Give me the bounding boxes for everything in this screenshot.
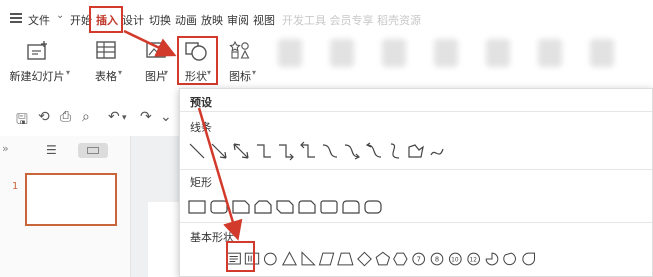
- shape-button-highlight: [177, 36, 218, 85]
- round-same-side-rectangle-shape: [342, 200, 360, 214]
- menu-transition[interactable]: 切换: [149, 12, 171, 28]
- faded-ribbon-button: [278, 39, 302, 67]
- separator: [180, 169, 652, 170]
- picture-button[interactable]: 图片: [136, 34, 176, 90]
- faded-ribbon-button: [486, 39, 510, 67]
- heptagon-shape: 7: [412, 252, 425, 266]
- print-preview-icon[interactable]: ⌕: [82, 109, 90, 125]
- diamond-shape: [357, 251, 372, 267]
- menu-animation[interactable]: 动画: [175, 12, 197, 28]
- elbow-arrow-connector-shape: [279, 144, 294, 161]
- save-icon[interactable]: 🖫: [16, 109, 28, 133]
- menu-view[interactable]: 视图: [253, 12, 275, 28]
- menu-file[interactable]: 文件: [28, 12, 50, 28]
- lines-header: 线条: [190, 121, 212, 134]
- right-triangle-shape: [301, 251, 316, 266]
- trapezoid-shape: [337, 252, 354, 266]
- elbow-connector-shape: [257, 144, 271, 158]
- separator: [180, 111, 652, 112]
- faded-ribbon-button: [538, 39, 562, 67]
- double-arrow-line-shape: [233, 143, 249, 159]
- chevron-down-icon[interactable]: ⌄: [56, 10, 64, 21]
- more-icon[interactable]: ⌄: [160, 109, 172, 125]
- menu-slideshow[interactable]: 放映: [201, 12, 223, 28]
- picture-chevron-icon[interactable]: ▾: [164, 68, 168, 77]
- faded-ribbon-button: [382, 39, 406, 67]
- curved-arrow-connector-shape: [344, 144, 361, 160]
- menu-more-tabs[interactable]: 开发工具 会员专享 稻壳资源: [282, 12, 421, 28]
- hamburger-menu-icon[interactable]: [10, 13, 22, 23]
- menu-design[interactable]: 设计: [122, 12, 144, 28]
- octagon-shape: 8: [430, 252, 444, 266]
- new-slide-icon: [27, 41, 47, 60]
- picture-icon: [146, 42, 166, 58]
- snip-corner-rectangle-shape: [232, 200, 250, 214]
- basic-shapes-row: 7 8 10 12: [226, 251, 535, 267]
- line-shape: [189, 143, 205, 159]
- redo-icon[interactable]: ↷: [140, 109, 152, 125]
- picture-label: 图片: [145, 70, 167, 83]
- pie-shape: [485, 252, 499, 266]
- decagon-shape: 10: [449, 252, 462, 266]
- arrow-line-shape: [211, 143, 227, 159]
- slide-thumbnail[interactable]: [25, 173, 117, 226]
- svg-text:7: 7: [417, 256, 421, 264]
- scribble-shape: [430, 148, 444, 156]
- oval-shape-highlight: [226, 241, 255, 272]
- curved-connector-shape: [322, 144, 338, 158]
- snip-round-rectangle-shape: [298, 200, 316, 214]
- rectangles-header: 矩形: [190, 176, 212, 189]
- preset-header: 预设: [190, 96, 212, 109]
- faded-ribbon-button: [434, 39, 458, 67]
- svg-text:12: 12: [470, 258, 478, 264]
- new-slide-label: 新建幻灯片: [9, 70, 65, 83]
- snip-same-side-rectangle-shape: [254, 200, 272, 214]
- dodecagon-shape: 12: [467, 252, 480, 266]
- new-slide-chevron-icon[interactable]: ▾: [66, 68, 70, 77]
- undo-icon[interactable]: ↶: [108, 109, 120, 125]
- curved-double-arrow-shape: [365, 142, 382, 158]
- undo-chevron-icon[interactable]: ▾: [122, 113, 127, 123]
- elbow-double-arrow-shape: [300, 141, 315, 158]
- rounded-rectangle-shape: [210, 200, 228, 214]
- oval-shape: [264, 252, 277, 266]
- icon-chevron-icon[interactable]: ▾: [252, 68, 256, 77]
- chord-shape: [503, 252, 516, 266]
- round-diagonal-rectangle-shape: [364, 200, 382, 214]
- faded-ribbon-button: [330, 39, 354, 67]
- collapse-pane-icon[interactable]: »: [2, 142, 9, 155]
- rectangle-shape: [188, 200, 206, 214]
- table-button[interactable]: 表格: [86, 34, 126, 90]
- snip-diagonal-rectangle-shape: [276, 200, 294, 214]
- new-slide-button[interactable]: 新建幻灯片: [4, 34, 70, 90]
- freeform-shape: [408, 144, 424, 158]
- table-chevron-icon[interactable]: ▾: [118, 68, 122, 77]
- insert-tab-highlight: [89, 6, 123, 33]
- icon-button[interactable]: 图标: [220, 34, 260, 90]
- svg-text:8: 8: [435, 256, 439, 264]
- icon-library-icon: [229, 40, 250, 59]
- hexagon-shape: [393, 252, 408, 266]
- pentagon-shape: [375, 251, 391, 266]
- print-icon[interactable]: ⎙: [60, 109, 71, 125]
- outline-view-icon[interactable]: ☰: [46, 143, 57, 157]
- faded-ribbon-button: [590, 39, 614, 67]
- slide-number: 1: [12, 181, 19, 192]
- menu-review[interactable]: 审阅: [227, 12, 249, 28]
- curve-shape: [390, 143, 400, 159]
- separator: [180, 222, 652, 223]
- lines-row: [189, 141, 444, 161]
- round-corner-rectangle-shape: [320, 200, 338, 214]
- table-icon: [96, 41, 116, 59]
- slide-view-icon[interactable]: [78, 143, 108, 158]
- rectangles-row: [188, 200, 382, 214]
- parallelogram-shape: [318, 252, 335, 266]
- triangle-shape: [282, 251, 297, 266]
- ribbon: 新建幻灯片 ▾ 表格 ▾ 图片 ▾ 形状 ▾ 图标 ▾: [0, 34, 653, 92]
- svg-text:10: 10: [451, 258, 459, 264]
- format-painter-icon[interactable]: ⟲: [38, 109, 50, 125]
- teardrop-shape: [522, 252, 535, 266]
